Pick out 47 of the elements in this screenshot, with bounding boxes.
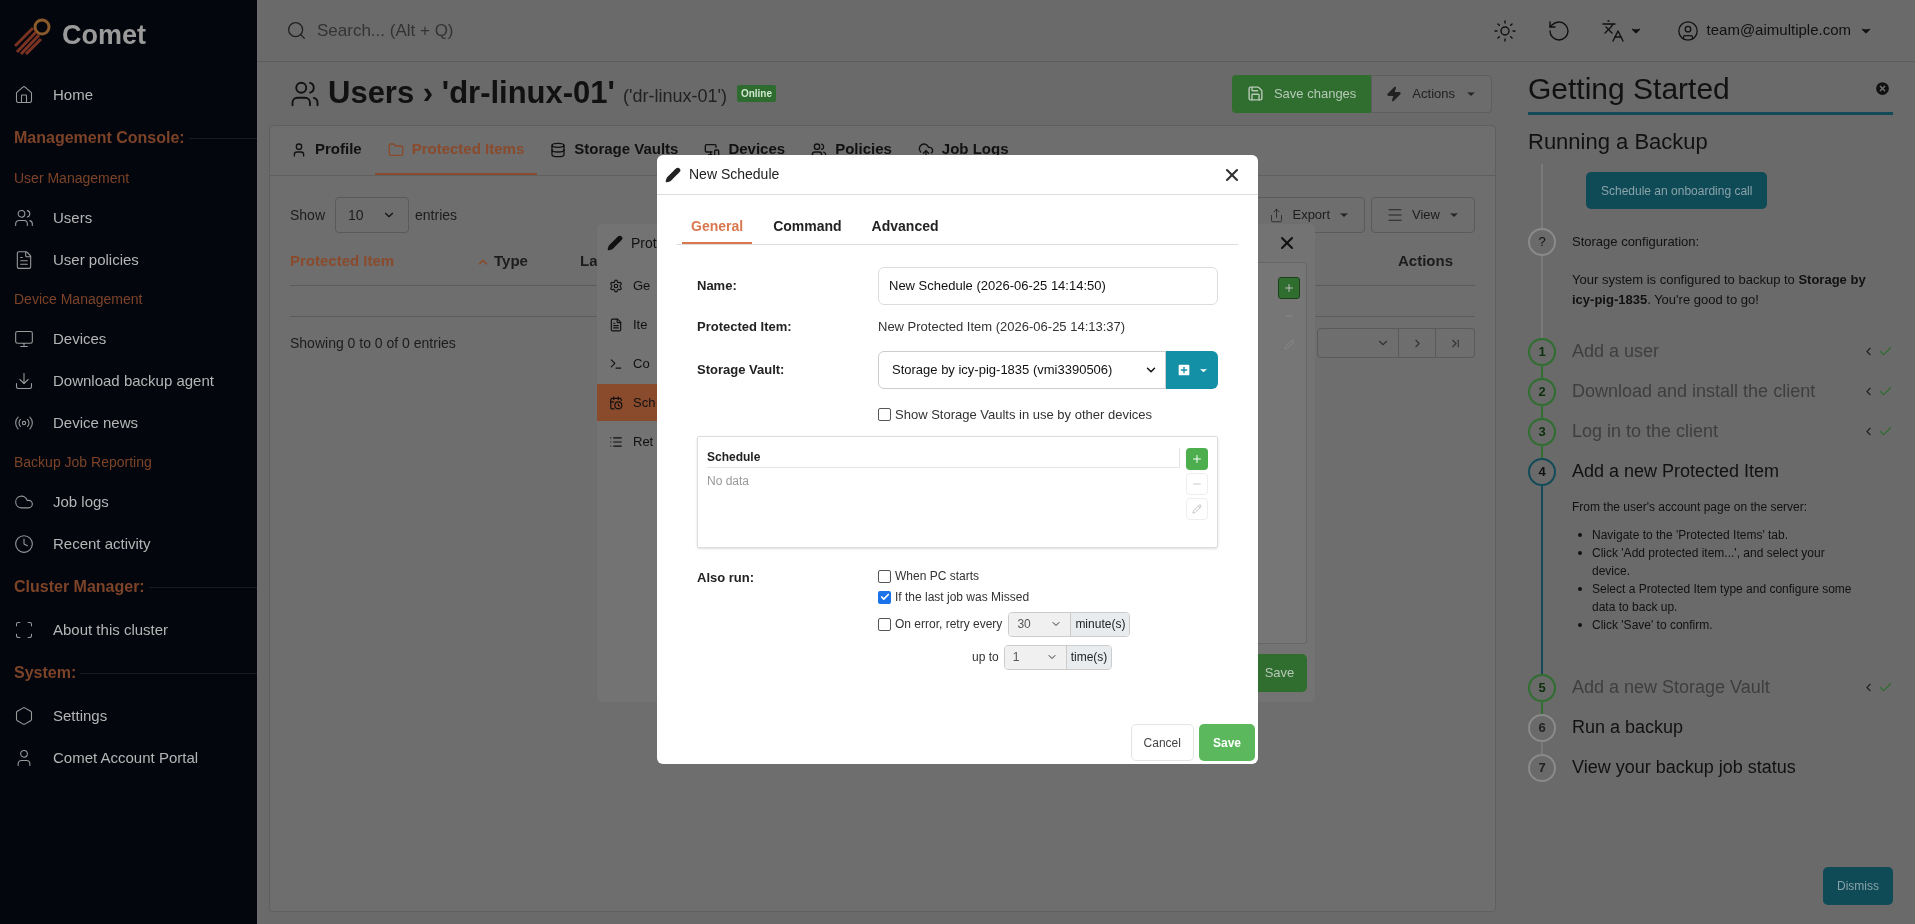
table-info: Showing 0 to 0 of 0 entries xyxy=(290,333,456,353)
checkbox-label: On error, retry every xyxy=(895,616,1003,633)
section-subheading: Device Management xyxy=(14,290,143,309)
status-badge: Online xyxy=(736,85,776,102)
step-instruction: Click 'Add protected item...', and select your device. xyxy=(1592,544,1826,580)
checkbox-label: If the last job was Missed xyxy=(895,589,1030,606)
panel-title: Getting Started xyxy=(1528,70,1730,107)
checkbox-label: Show Storage Vaults in use by other devices xyxy=(895,406,1153,424)
step-instruction: Select a Protected Item type and configure some data to back up. xyxy=(1592,580,1853,616)
field-label: Protected Item: xyxy=(697,318,793,337)
step-instruction: Click 'Save' to confirm. xyxy=(1592,616,1714,634)
field-label: Storage Vault: xyxy=(697,361,786,380)
step-title: Storage configuration: xyxy=(1572,233,1701,251)
step-number: 3 xyxy=(1528,417,1556,446)
empty-message: No data xyxy=(707,472,751,490)
section-heading: Cluster Manager: xyxy=(14,577,145,597)
dialog-title: New Schedule xyxy=(689,165,780,184)
up-to-label: up to xyxy=(972,649,999,666)
panel-subtitle: Running a Backup xyxy=(1528,128,1709,156)
field-value: New Protected Item (2026-06-25 14:13:37) xyxy=(878,318,1126,337)
step-instruction: Navigate to the 'Protected Items' tab. xyxy=(1592,526,1790,544)
step-number: 5 xyxy=(1528,673,1556,702)
step-number: 7 xyxy=(1528,753,1556,782)
column-header: Schedule xyxy=(707,449,761,466)
field-label: Also run: xyxy=(697,568,756,587)
step-number: 1 xyxy=(1528,337,1556,366)
step-marker: ? xyxy=(1528,228,1556,256)
section-subheading: Backup Job Reporting xyxy=(14,453,152,472)
page-title: Users › 'dr-linux-01' xyxy=(328,74,615,113)
unit-label: time(s) xyxy=(1066,645,1112,669)
entries-label: entries xyxy=(415,205,458,225)
column-header: Actions xyxy=(1398,251,1453,272)
section-subheading: User Management xyxy=(14,169,130,188)
section-heading: Management Console: xyxy=(14,128,185,148)
step-number: 6 xyxy=(1528,713,1556,742)
checkbox-label: When PC starts xyxy=(895,568,980,585)
field-label: Name: xyxy=(697,277,738,296)
step-text: From the user's account page on the server: xyxy=(1572,498,1809,516)
unit-label: minute(s) xyxy=(1071,612,1130,636)
dialog-title: Prot xyxy=(631,233,657,253)
step-text: Your system is configured to backup to Storage by icy-pig-1835. You're good to go! xyxy=(1572,270,1867,309)
step-number: 4 xyxy=(1528,457,1556,486)
page-subtitle: ('dr-linux-01') xyxy=(623,85,727,108)
step-number: 2 xyxy=(1528,377,1556,406)
show-label: Show xyxy=(290,205,326,225)
section-heading: System: xyxy=(14,663,77,683)
logo-text: Comet xyxy=(62,18,146,52)
